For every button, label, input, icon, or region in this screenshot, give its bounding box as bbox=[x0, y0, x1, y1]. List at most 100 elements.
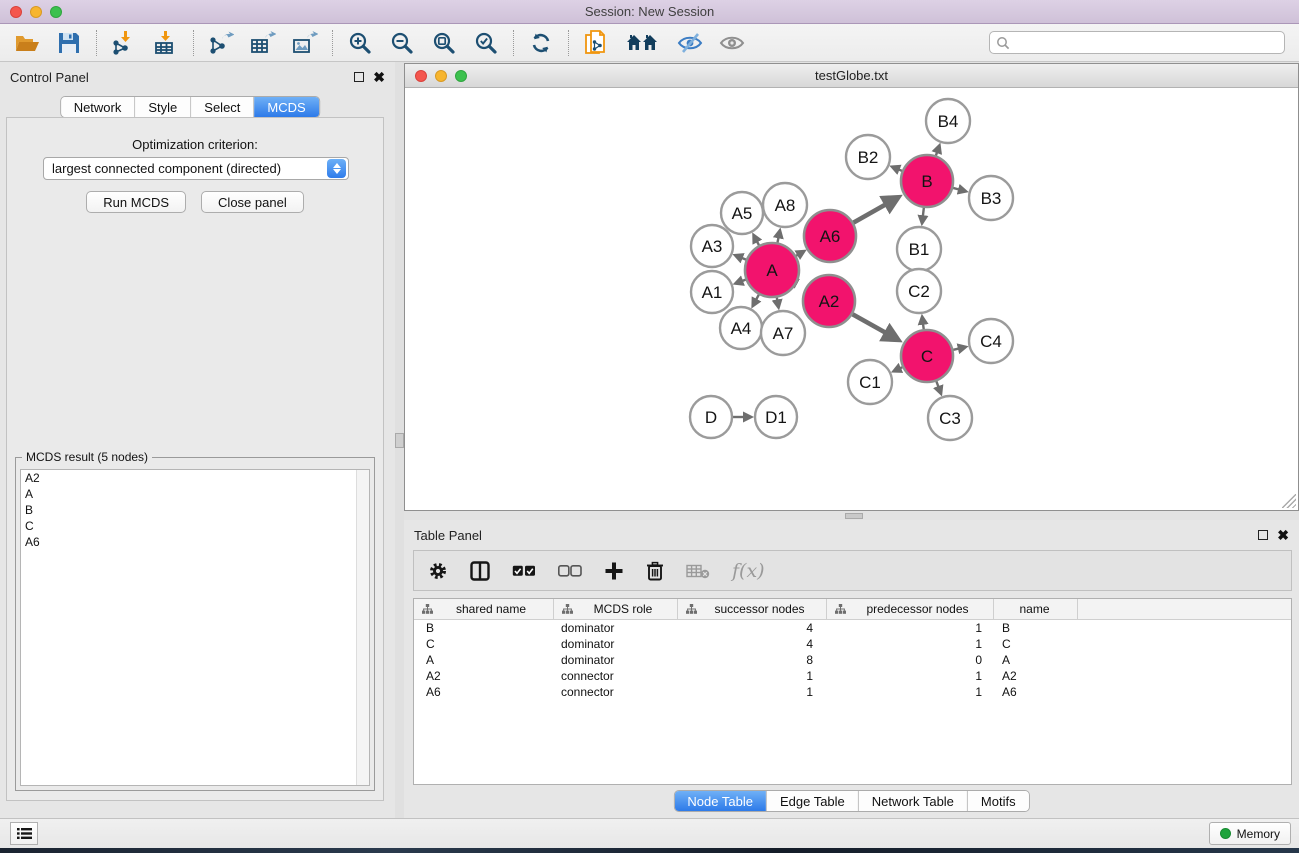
home-icon[interactable] bbox=[625, 30, 661, 56]
tab-motifs[interactable]: Motifs bbox=[968, 791, 1029, 811]
mcds-result-item[interactable]: C bbox=[21, 518, 369, 534]
show-graphics-details-icon[interactable] bbox=[719, 30, 745, 56]
mcds-result-list[interactable]: A2ABCA6 bbox=[20, 469, 370, 786]
table-row[interactable]: Cdominator41C bbox=[414, 636, 1291, 652]
divider-collapse-handle[interactable] bbox=[395, 433, 404, 448]
tab-edge-table[interactable]: Edge Table bbox=[767, 791, 859, 811]
tab-mcds[interactable]: MCDS bbox=[254, 97, 318, 117]
table-float-icon[interactable] bbox=[1258, 530, 1268, 540]
export-network-icon[interactable] bbox=[208, 30, 234, 56]
table-cell[interactable]: 1 bbox=[678, 668, 827, 684]
column-header-successor-nodes[interactable]: successor nodes bbox=[678, 599, 827, 619]
search-input[interactable] bbox=[989, 31, 1285, 54]
table-cell[interactable]: 1 bbox=[827, 668, 994, 684]
table-cell[interactable]: connector bbox=[554, 684, 678, 700]
tab-select[interactable]: Select bbox=[191, 97, 254, 117]
run-mcds-button[interactable]: Run MCDS bbox=[86, 191, 186, 213]
table-cell[interactable]: A bbox=[414, 652, 554, 668]
tab-network-table[interactable]: Network Table bbox=[859, 791, 968, 811]
graph-edge-A-A6[interactable] bbox=[796, 255, 798, 256]
memory-button[interactable]: Memory bbox=[1209, 822, 1291, 845]
graph-edge-C-C3[interactable] bbox=[936, 381, 938, 387]
table-cell[interactable]: A6 bbox=[994, 684, 1078, 700]
zoom-fit-icon[interactable] bbox=[431, 30, 457, 56]
column-header-predecessor-nodes[interactable]: predecessor nodes bbox=[827, 599, 994, 619]
result-scrollbar[interactable] bbox=[356, 470, 369, 785]
column-header-MCDS-role[interactable]: MCDS role bbox=[554, 599, 678, 619]
table-row[interactable]: Adominator80A bbox=[414, 652, 1291, 668]
open-session-files-icon[interactable] bbox=[583, 30, 609, 56]
table-cell[interactable]: A2 bbox=[414, 668, 554, 684]
zoom-in-icon[interactable] bbox=[347, 30, 373, 56]
close-panel-icon[interactable]: ✖ bbox=[373, 72, 385, 82]
graph-edge-A-A1[interactable] bbox=[742, 280, 746, 281]
window-resize-grip[interactable] bbox=[1282, 494, 1296, 508]
graph-edge-C-C2[interactable] bbox=[923, 324, 924, 329]
table-cell[interactable]: 1 bbox=[678, 684, 827, 700]
delete-column-icon[interactable] bbox=[646, 559, 664, 583]
task-history-icon[interactable] bbox=[10, 822, 38, 845]
refresh-icon[interactable] bbox=[528, 30, 554, 56]
table-cell[interactable]: 0 bbox=[827, 652, 994, 668]
graph-edge-A6-B[interactable] bbox=[853, 204, 885, 222]
zoom-selected-icon[interactable] bbox=[473, 30, 499, 56]
graph-edge-A2-C[interactable] bbox=[853, 314, 886, 333]
table-cell[interactable]: B bbox=[994, 620, 1078, 636]
tab-network[interactable]: Network bbox=[61, 97, 136, 117]
export-image-icon[interactable] bbox=[292, 30, 318, 56]
tab-node-table[interactable]: Node Table bbox=[674, 791, 767, 811]
table-cell[interactable]: A2 bbox=[994, 668, 1078, 684]
graph-edge-A-A4[interactable] bbox=[756, 295, 759, 300]
table-cell[interactable]: A bbox=[994, 652, 1078, 668]
function-builder-icon[interactable]: f(x) bbox=[732, 559, 765, 583]
mcds-result-item[interactable]: A6 bbox=[21, 534, 369, 550]
open-session-icon[interactable] bbox=[14, 30, 40, 56]
graph-edge-C-C4[interactable] bbox=[953, 349, 959, 350]
table-cell[interactable]: 4 bbox=[678, 620, 827, 636]
table-close-icon[interactable]: ✖ bbox=[1277, 530, 1289, 540]
delete-table-icon[interactable] bbox=[686, 559, 710, 583]
network-canvas[interactable]: B4B2BB3A5A8A6A3B1AA1C2A2A4A7C4CC1C3DD1 bbox=[405, 88, 1298, 510]
graph-edge-A-A3[interactable] bbox=[742, 258, 746, 260]
table-row[interactable]: Bdominator41B bbox=[414, 620, 1291, 636]
table-cell[interactable]: 1 bbox=[827, 684, 994, 700]
table-row[interactable]: A6connector11A6 bbox=[414, 684, 1291, 700]
clear-all-checkboxes-icon[interactable] bbox=[558, 559, 582, 583]
table-row[interactable]: A2connector11A2 bbox=[414, 668, 1291, 684]
mcds-result-item[interactable]: A2 bbox=[21, 470, 369, 486]
optimization-criterion-dropdown[interactable]: largest connected component (directed) bbox=[43, 157, 349, 180]
select-all-checkboxes-icon[interactable] bbox=[512, 559, 536, 583]
graph-edge-B-B1[interactable] bbox=[923, 208, 924, 216]
import-table-icon[interactable] bbox=[153, 30, 179, 56]
table-cell[interactable]: 4 bbox=[678, 636, 827, 652]
mcds-result-item[interactable]: A bbox=[21, 486, 369, 502]
table-cell[interactable]: 8 bbox=[678, 652, 827, 668]
export-table-icon[interactable] bbox=[250, 30, 276, 56]
graph-edge-A-A8[interactable] bbox=[777, 237, 778, 242]
hide-graphics-details-icon[interactable] bbox=[677, 30, 703, 56]
add-column-icon[interactable] bbox=[604, 559, 624, 583]
table-cell[interactable]: 1 bbox=[827, 636, 994, 652]
table-cell[interactable]: B bbox=[414, 620, 554, 636]
graph-edge-B-B2[interactable] bbox=[899, 169, 902, 170]
column-header-name[interactable]: name bbox=[994, 599, 1078, 619]
save-session-icon[interactable] bbox=[56, 30, 82, 56]
float-panel-icon[interactable] bbox=[354, 72, 364, 82]
close-panel-button[interactable]: Close panel bbox=[201, 191, 304, 213]
column-header-shared-name[interactable]: shared name bbox=[414, 599, 554, 619]
graph-edge-A-A7[interactable] bbox=[777, 298, 778, 301]
show-column-icon[interactable] bbox=[470, 559, 490, 583]
table-cell[interactable]: 1 bbox=[827, 620, 994, 636]
table-cell[interactable]: C bbox=[414, 636, 554, 652]
import-network-icon[interactable] bbox=[111, 30, 137, 56]
table-cell[interactable]: dominator bbox=[554, 652, 678, 668]
splitter-handle[interactable] bbox=[845, 513, 863, 519]
table-cell[interactable]: A6 bbox=[414, 684, 554, 700]
table-cell[interactable]: connector bbox=[554, 668, 678, 684]
settings-gear-icon[interactable] bbox=[428, 559, 448, 583]
table-cell[interactable]: C bbox=[994, 636, 1078, 652]
tab-style[interactable]: Style bbox=[135, 97, 191, 117]
table-cell[interactable]: dominator bbox=[554, 636, 678, 652]
zoom-out-icon[interactable] bbox=[389, 30, 415, 56]
mcds-result-item[interactable]: B bbox=[21, 502, 369, 518]
